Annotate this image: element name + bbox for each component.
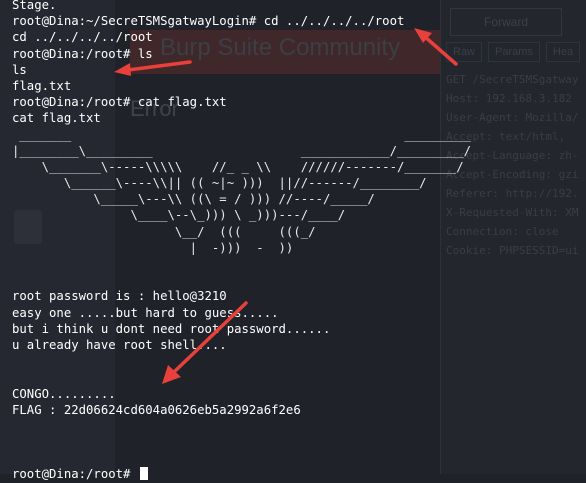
arrow-to-flag	[162, 301, 248, 384]
arrow-to-root-cd	[414, 28, 458, 66]
annotation-arrows	[114, 28, 458, 384]
arrow-to-ls	[114, 60, 192, 76]
